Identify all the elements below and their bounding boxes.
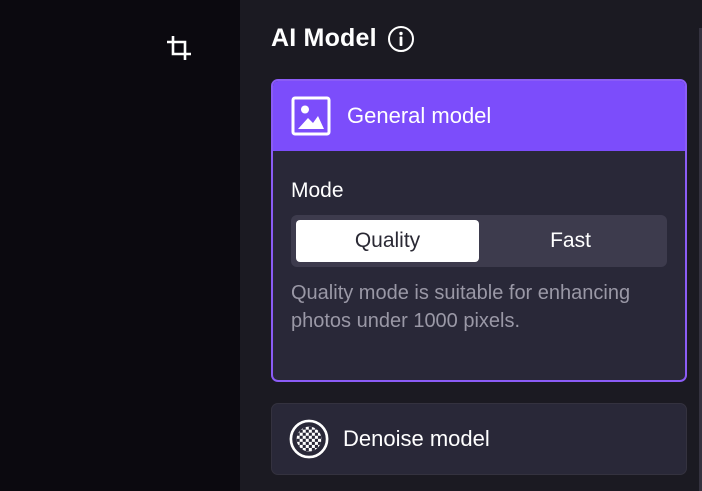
mode-option-quality[interactable]: Quality: [296, 220, 479, 262]
mode-label: Mode: [291, 179, 344, 202]
denoise-model-label: Denoise model: [343, 426, 490, 451]
image-icon: [291, 96, 331, 136]
denoise-icon: [289, 419, 329, 459]
mode-description: Quality mode is suitable for enhancing p…: [291, 282, 631, 332]
mode-option-fast[interactable]: Fast: [479, 220, 662, 262]
app-window: AI Model General model Mode Quality Fast…: [0, 0, 702, 491]
general-model-body: Mode Quality Fast Quality mode is suitab…: [273, 151, 685, 335]
crop-icon: [164, 33, 194, 68]
section-title: AI Model: [271, 24, 377, 52]
denoise-model-card[interactable]: Denoise model: [271, 403, 687, 475]
general-model-header[interactable]: General model: [273, 81, 685, 151]
mode-toggle: Quality Fast: [291, 215, 667, 267]
general-model-card[interactable]: General model Mode Quality Fast Quality …: [271, 79, 687, 382]
general-model-label: General model: [347, 103, 492, 128]
ai-model-panel: AI Model General model Mode Quality Fast…: [240, 0, 702, 491]
left-toolbar: [0, 0, 240, 491]
section-header: AI Model: [271, 24, 415, 53]
info-icon[interactable]: [387, 25, 415, 53]
crop-button[interactable]: [162, 33, 196, 67]
